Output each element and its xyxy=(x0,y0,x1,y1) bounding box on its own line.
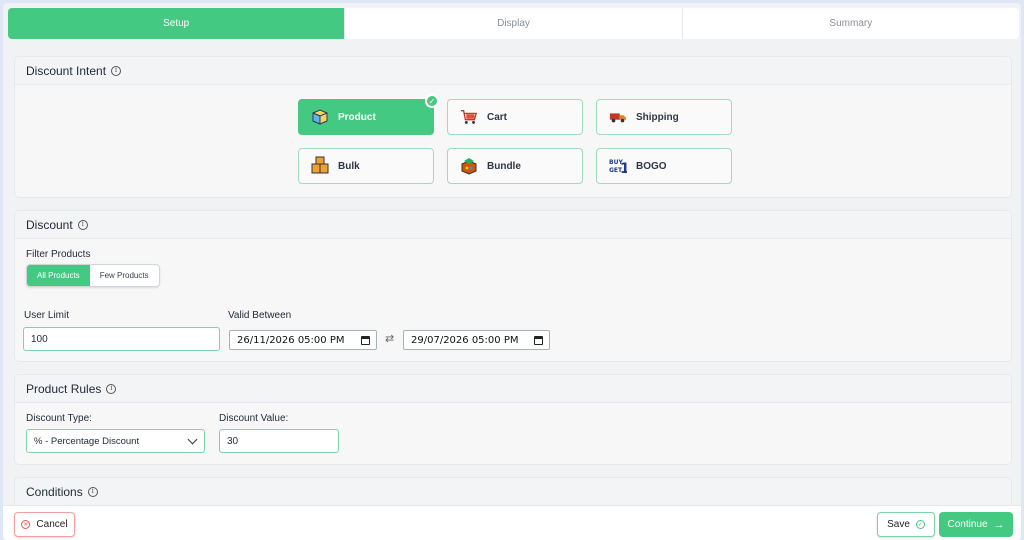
filter-products-label: Filter Products xyxy=(26,249,91,260)
discount-type-value: % - Percentage Discount xyxy=(34,435,140,447)
discount-card: Discount i Filter Products All Products … xyxy=(14,210,1012,362)
card-header: Conditions i xyxy=(15,478,1011,506)
buy-get-icon: BUY GET 1 xyxy=(609,157,627,176)
continue-button[interactable]: Continue → xyxy=(939,512,1013,537)
save-label: Save xyxy=(887,519,910,530)
intent-product[interactable]: Product ✓ xyxy=(298,94,439,135)
stepper-tabs: Setup Display Summary xyxy=(8,8,1019,39)
info-icon[interactable]: i xyxy=(87,486,98,497)
info-icon[interactable]: i xyxy=(77,219,88,230)
discount-type-label: Discount Type: xyxy=(26,413,92,424)
section-title: Product Rules xyxy=(26,381,102,396)
intent-bogo[interactable]: BUY GET 1 BOGO xyxy=(596,148,732,184)
section-title: Discount Intent xyxy=(26,63,107,78)
valid-to-input[interactable]: 29/07/2026 05:00 PM xyxy=(403,330,550,350)
tab-summary[interactable]: Summary xyxy=(683,8,1019,39)
user-limit-input[interactable]: 100 xyxy=(23,327,220,351)
bundle-icon xyxy=(460,157,478,175)
package-icon xyxy=(311,108,329,126)
info-icon[interactable]: i xyxy=(106,383,117,394)
section-title: Discount xyxy=(26,217,73,232)
chevron-down-icon xyxy=(187,434,198,445)
cancel-label: Cancel xyxy=(36,519,68,530)
shopping-cart-icon xyxy=(460,108,478,126)
intent-label: Bundle xyxy=(487,160,521,172)
card-header: Product Rules i xyxy=(15,375,1011,403)
truck-icon xyxy=(609,108,627,126)
intent-cart[interactable]: Cart xyxy=(447,99,583,135)
info-icon[interactable]: i xyxy=(111,65,122,76)
calendar-icon[interactable] xyxy=(361,335,370,345)
user-limit-label: User Limit xyxy=(24,310,70,321)
swap-arrows-icon: ⇄ xyxy=(385,333,395,345)
boxes-icon xyxy=(311,156,329,175)
product-rules-card: Product Rules i Discount Type: % - Perce… xyxy=(14,374,1012,465)
save-button[interactable]: Save ✓ xyxy=(877,512,935,537)
app-frame: Setup Display Summary Discount Intent i … xyxy=(3,3,1021,540)
filter-products-toggle: All Products Few Products xyxy=(26,264,160,287)
intent-bundle[interactable]: Bundle xyxy=(447,148,583,184)
discount-intent-card: Discount Intent i Product ✓ Cart Shippin… xyxy=(14,56,1012,198)
tab-setup[interactable]: Setup xyxy=(8,8,346,39)
discount-value-label: Discount Value: xyxy=(219,413,289,424)
continue-label: Continue xyxy=(947,519,988,530)
intent-options: Product ✓ Cart Shipping Bulk Bundle BUY … xyxy=(298,94,732,184)
card-header: Discount Intent i xyxy=(15,57,1011,85)
valid-from-input[interactable]: 26/11/2026 05:00 PM xyxy=(229,330,377,350)
intent-label: Bulk xyxy=(338,160,360,172)
intent-shipping[interactable]: Shipping xyxy=(596,99,732,135)
calendar-icon[interactable] xyxy=(534,335,543,345)
check-icon: ✓ xyxy=(425,94,439,108)
intent-label: Cart xyxy=(487,111,508,123)
discount-value-input[interactable]: 30 xyxy=(219,429,339,453)
valid-from-value: 26/11/2026 05:00 PM xyxy=(237,334,345,346)
arrow-right-icon: → xyxy=(993,518,1005,531)
intent-label: Product xyxy=(338,111,376,123)
valid-to-value: 29/07/2026 05:00 PM xyxy=(411,334,519,346)
intent-label: BOGO xyxy=(636,160,667,172)
footer-bar: ✕ Cancel Save ✓ Continue → xyxy=(3,505,1021,540)
filter-all-products[interactable]: All Products xyxy=(27,265,90,286)
svg-text:1: 1 xyxy=(620,161,627,176)
filter-few-products[interactable]: Few Products xyxy=(90,265,159,286)
cancel-button[interactable]: ✕ Cancel xyxy=(14,512,75,537)
cancel-icon: ✕ xyxy=(21,520,31,529)
intent-label: Shipping xyxy=(636,111,679,123)
intent-bulk[interactable]: Bulk xyxy=(298,148,434,184)
tab-display[interactable]: Display xyxy=(345,8,683,39)
section-title: Conditions xyxy=(26,484,83,499)
valid-between-label: Valid Between xyxy=(228,310,292,321)
discount-type-select[interactable]: % - Percentage Discount xyxy=(26,429,205,453)
card-header: Discount i xyxy=(15,211,1011,239)
check-circle-icon: ✓ xyxy=(915,520,925,529)
